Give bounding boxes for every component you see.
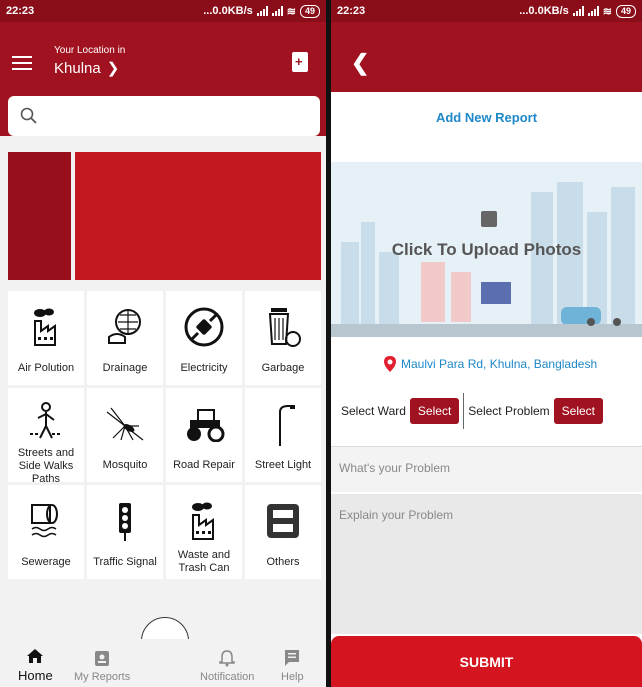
category-drainage[interactable]: Drainage	[87, 291, 163, 385]
select-row: Select Ward Select Select Problem Select	[341, 393, 636, 429]
category-others[interactable]: Others	[245, 485, 321, 579]
select-ward-button[interactable]: Select	[409, 398, 460, 424]
divider	[463, 393, 465, 429]
banner-carousel[interactable]	[8, 152, 321, 280]
bottom-nav: Home My Reports Notification Help	[0, 639, 326, 687]
street-light-icon	[261, 402, 305, 446]
category-label: Mosquito	[102, 458, 148, 471]
search-bar[interactable]	[8, 96, 320, 136]
category-sewerage[interactable]: Sewerage	[8, 485, 84, 579]
category-street-light[interactable]: Street Light	[245, 388, 321, 482]
wifi-icon: ≋	[286, 5, 296, 18]
category-grid: Air Polution Drainage Electricity Garbag…	[8, 291, 321, 579]
category-label: Traffic Signal	[93, 555, 157, 568]
network-speed: ...0.0KB/s	[203, 5, 253, 17]
pipe-icon	[24, 499, 68, 543]
mosquito-icon	[103, 402, 147, 446]
category-label: Waste and Trash Can	[177, 549, 231, 574]
back-arrow-icon[interactable]: ❮	[351, 50, 369, 76]
category-label: Sewerage	[21, 555, 71, 568]
nav-notification[interactable]: Notification	[200, 649, 254, 683]
signal-icon-2	[271, 6, 283, 16]
category-streets-sidewalks[interactable]: Streets and Side Walks Paths	[8, 388, 84, 485]
category-label: Others	[266, 555, 300, 568]
category-label: Drainage	[102, 361, 148, 374]
pedestrian-icon	[24, 402, 68, 444]
factory-icon	[182, 499, 226, 543]
home-screen: 22:23 ...0.0KB/s ≋ 49 Your Location in K…	[0, 0, 326, 687]
submit-button[interactable]: SUBMIT	[331, 636, 642, 687]
category-label: Street Light	[254, 458, 312, 471]
category-label: Streets and Side Walks Paths	[17, 446, 75, 485]
help-icon	[285, 650, 300, 666]
status-time: 22:23	[6, 5, 35, 17]
menu-icon[interactable]	[12, 56, 32, 74]
category-garbage[interactable]: Garbage	[245, 291, 321, 385]
factory-icon	[24, 305, 68, 349]
ward-label: Select Ward	[341, 404, 406, 418]
chevron-right-icon: ❯	[106, 60, 120, 77]
category-mosquito[interactable]: Mosquito	[87, 388, 163, 482]
report-header: 22:23 ...0.0KB/s ≋ 49 ❮	[331, 0, 642, 92]
search-input[interactable]	[46, 108, 320, 124]
location-label: Your Location in	[54, 45, 126, 56]
nav-help[interactable]: Help	[281, 649, 304, 683]
category-label: Garbage	[261, 361, 305, 374]
address-display[interactable]: Maulvi Para Rd, Khulna, Bangladesh	[383, 355, 597, 373]
signal-icon	[572, 6, 584, 16]
select-problem-button[interactable]: Select	[553, 398, 604, 424]
bell-icon	[219, 650, 235, 667]
plug-icon	[182, 305, 226, 349]
upload-label[interactable]: Click To Upload Photos	[331, 240, 642, 260]
problem-label: Select Problem	[468, 404, 550, 418]
signal-icon	[256, 6, 268, 16]
explain-input[interactable]: Explain your Problem	[331, 494, 642, 634]
problem-input[interactable]: What's your Problem	[331, 446, 642, 492]
home-header: 22:23 ...0.0KB/s ≋ 49 Your Location in K…	[0, 0, 326, 136]
inbox-icon	[261, 499, 305, 543]
address-text: Maulvi Para Rd, Khulna, Bangladesh	[401, 357, 598, 371]
battery-icon: 49	[615, 4, 636, 18]
battery-icon: 49	[299, 4, 320, 18]
add-document-icon[interactable]	[292, 52, 308, 72]
location-value: Khulna	[54, 59, 101, 77]
banner-slide-current	[75, 152, 321, 280]
add-report-screen: 22:23 ...0.0KB/s ≋ 49 ❮ Add New Report C…	[331, 0, 642, 687]
category-waste-trash[interactable]: Waste and Trash Can	[166, 485, 242, 579]
category-road-repair[interactable]: Road Repair	[166, 388, 242, 482]
status-bar: 22:23 ...0.0KB/s ≋ 49	[331, 0, 642, 22]
category-air-polution[interactable]: Air Polution	[8, 291, 84, 385]
image-icon	[481, 211, 497, 227]
form-title: Add New Report	[435, 110, 538, 125]
status-time: 22:23	[337, 5, 366, 17]
drain-icon	[103, 305, 147, 349]
trash-icon	[261, 305, 305, 349]
location-selector[interactable]: Khulna ❯	[54, 59, 120, 78]
category-traffic-signal[interactable]: Traffic Signal	[87, 485, 163, 579]
road-roller-icon	[182, 402, 226, 446]
home-icon	[27, 649, 44, 663]
traffic-light-icon	[103, 499, 147, 543]
category-label: Air Polution	[17, 361, 75, 374]
signal-icon-2	[587, 6, 599, 16]
banner-slide-prev	[8, 152, 71, 280]
clipboard-icon	[95, 651, 110, 666]
nav-home[interactable]: Home	[18, 648, 53, 683]
category-label: Road Repair	[173, 458, 235, 471]
network-speed: ...0.0KB/s	[519, 5, 569, 17]
search-icon	[20, 107, 37, 124]
category-label: Electricity	[180, 361, 228, 374]
status-bar: 22:23 ...0.0KB/s ≋ 49	[0, 0, 326, 22]
map-pin-icon	[384, 356, 396, 372]
category-electricity[interactable]: Electricity	[166, 291, 242, 385]
nav-my-reports[interactable]: My Reports	[74, 649, 130, 683]
wifi-icon: ≋	[602, 5, 612, 18]
